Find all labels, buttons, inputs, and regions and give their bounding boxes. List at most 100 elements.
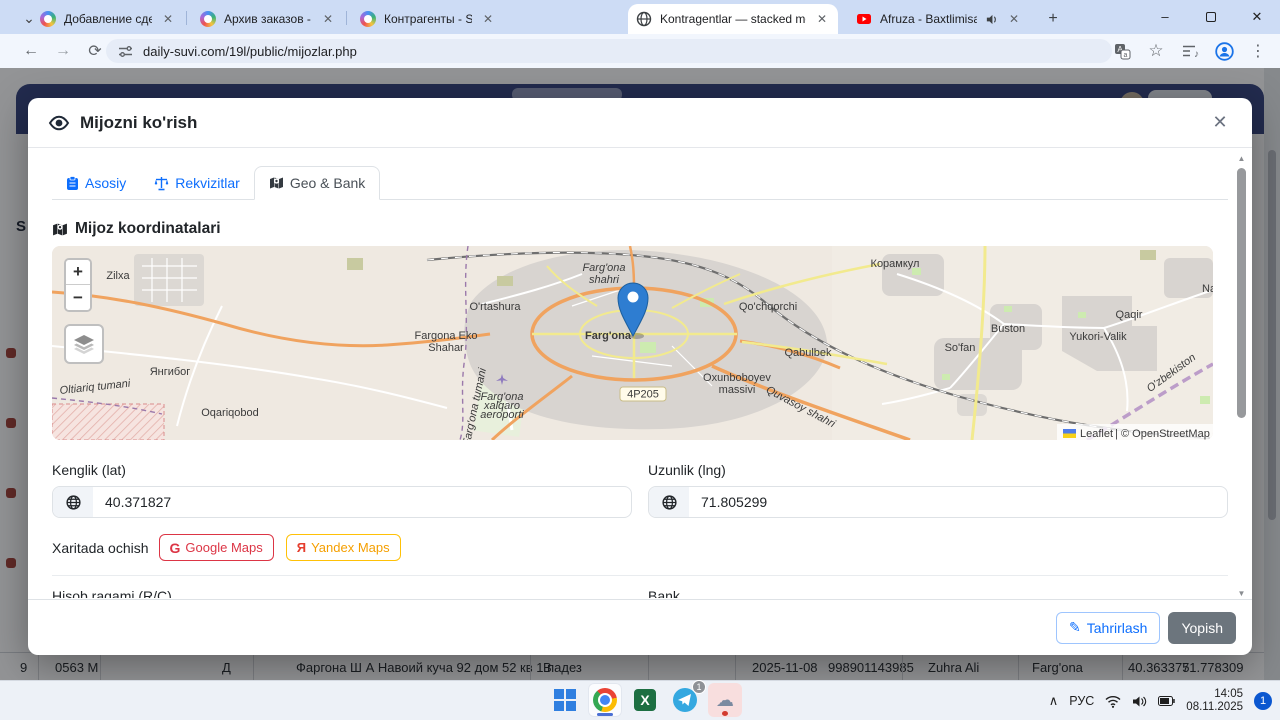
back-icon[interactable]: ← [20,41,42,61]
windows-taskbar: X 1 ☁ ∧ РУС 14:05 08.11.2025 1 [0,680,1280,720]
tray-chevron-icon[interactable]: ∧ [1049,693,1059,709]
map-label: shahri [589,274,620,286]
clipboard-icon [67,175,78,190]
map-layers-button[interactable] [64,324,104,364]
youtube-favicon-icon [856,11,872,27]
window-minimize-button[interactable]: – [1142,0,1188,33]
section-title: Mijoz koordinatalari [52,220,1228,238]
tab-label: Asosiy [85,175,127,191]
volume-icon[interactable] [1132,695,1147,708]
lng-input[interactable]: 71.805299 [689,487,1227,517]
view-client-modal: Mijozni ko'rish ✕ Asosiy Rekvizitlar Geo… [28,98,1252,655]
url-bar[interactable]: daily-suvi.com/19l/public/mijozlar.php [106,39,1112,63]
browser-tab-active[interactable]: Kontragentlar — stacked moda ✕ [628,4,838,34]
smartup-favicon-icon [360,11,376,27]
modal-tabs: Asosiy Rekvizitlar Geo & Bank [52,162,1228,200]
taskbar-chrome[interactable] [588,683,622,717]
media-controls-icon[interactable]: ♪ [1180,44,1200,59]
modal-scrollbar[interactable]: ▲ ▼ [1236,154,1247,598]
new-tab-button[interactable]: + [1042,8,1064,30]
tab-title: Afruza - Baxtlimisan (Officia [880,12,977,26]
chrome-icon [593,688,617,712]
leaflet-link[interactable]: Leaflet [1080,428,1113,440]
scroll-down-icon[interactable]: ▼ [1236,589,1247,598]
window-close-button[interactable]: ✕ [1234,0,1280,33]
tab-divider [346,11,347,25]
yandex-maps-button[interactable]: Я Yandex Maps [285,534,401,561]
tab-close-icon[interactable]: ✕ [320,12,336,26]
google-g-icon: G [169,539,181,556]
tab-title: Архив заказов - Smartup [224,12,312,26]
globe-favicon-icon [636,11,652,27]
translate-icon[interactable]: Aa [1112,43,1132,60]
browser-tab-3[interactable]: Контрагенты - Smartup ✕ [352,4,504,34]
browser-tab-1[interactable]: Добавление сделки - Smartup ✕ [32,4,184,34]
tab-geo-bank[interactable]: Geo & Bank [253,166,381,200]
wifi-icon[interactable] [1105,695,1121,708]
browser-tab-2[interactable]: Архив заказов - Smartup ✕ [192,4,344,34]
open-map-label: Xaritada ochish [52,539,149,556]
lat-label: Kenglik (lat) [52,462,126,478]
lat-input[interactable]: 40.371827 [93,487,631,517]
zoom-out-button[interactable]: − [66,285,90,310]
tab-close-icon[interactable]: ✕ [480,12,496,26]
google-maps-button[interactable]: G Google Maps [158,534,274,561]
taskbar-telegram[interactable]: 1 [668,680,706,717]
modal-body: Asosiy Rekvizitlar Geo & Bank Mijoz koor… [28,148,1252,598]
leaflet-map[interactable]: 4P205 Zilxa Farg'ona shahri O'rtashura F… [52,246,1213,440]
taskbar-cloud-app[interactable]: ☁ [708,683,742,717]
bank-label: Bank [648,588,680,598]
globe-icon [53,487,93,517]
zoom-in-button[interactable]: + [66,260,90,285]
layers-icon [74,335,94,354]
modal-scrollbar-thumb[interactable] [1237,168,1246,418]
tab-rekvizitlar[interactable]: Rekvizitlar [140,167,254,199]
modal-close-icon[interactable]: ✕ [1208,112,1232,133]
lat-input-group: 40.371827 [52,486,632,518]
language-indicator[interactable]: РУС [1069,694,1094,708]
start-button[interactable] [548,683,582,717]
cloud-icon: ☁ [716,689,734,711]
browser-tab-youtube[interactable]: Afruza - Baxtlimisan (Officia ✕ [848,4,1030,34]
map-label: massivi [719,384,756,396]
scroll-up-icon[interactable]: ▲ [1236,154,1247,163]
tab-audio-icon[interactable] [985,13,998,26]
telegram-badge: 1 [692,680,706,694]
notification-badge[interactable]: 1 [1254,692,1272,710]
close-button[interactable]: Yopish [1168,611,1236,644]
browser-toolbar: ← → ⟳ daily-suvi.com/19l/public/mijozlar… [0,34,1280,68]
map-label: Yukori-Valik [1069,331,1127,343]
tab-close-icon[interactable]: ✕ [814,12,830,26]
bookmark-star-icon[interactable]: ☆ [1146,41,1166,61]
clock-date: 08.11.2025 [1186,701,1243,713]
map-label: Корамкул [871,258,920,270]
battery-icon[interactable] [1158,696,1175,706]
tab-close-icon[interactable]: ✕ [1006,12,1022,26]
profile-avatar-icon[interactable] [1214,41,1234,61]
forward-icon[interactable]: → [52,41,74,61]
tab-title: Добавление сделки - Smartup [64,12,152,26]
tab-title: Kontragentlar — stacked moda [660,12,806,26]
window-maximize-button[interactable] [1188,0,1234,33]
browser-menu-icon[interactable]: ⋮ [1248,41,1268,61]
tab-asosiy[interactable]: Asosiy [52,167,140,199]
tab-label: Rekvizitlar [175,175,240,191]
reload-icon[interactable]: ⟳ [84,41,106,61]
modal-footer: ✎ Tahrirlash Yopish [28,599,1252,655]
site-settings-icon[interactable] [118,44,133,59]
map-pin-icon [53,223,67,235]
taskbar-excel[interactable]: X [628,683,662,717]
pencil-icon: ✎ [1069,619,1081,635]
osm-link[interactable]: © OpenStreetMap [1121,428,1210,440]
tab-title: Контрагенты - Smartup [384,12,472,26]
section-title-text: Mijoz koordinatalari [75,220,221,237]
edit-button[interactable]: ✎ Tahrirlash [1056,611,1161,644]
map-label: Zilxa [106,270,130,282]
map-label: Shahar [428,342,464,354]
map-zoom-control: + − [64,258,92,312]
modal-title: Mijozni ko'rish [80,112,198,132]
modal-header: Mijozni ko'rish ✕ [28,98,1252,148]
clock[interactable]: 14:05 08.11.2025 [1186,688,1243,714]
map-canvas[interactable]: 4P205 Zilxa Farg'ona shahri O'rtashura F… [52,246,1213,440]
tab-close-icon[interactable]: ✕ [160,12,176,26]
